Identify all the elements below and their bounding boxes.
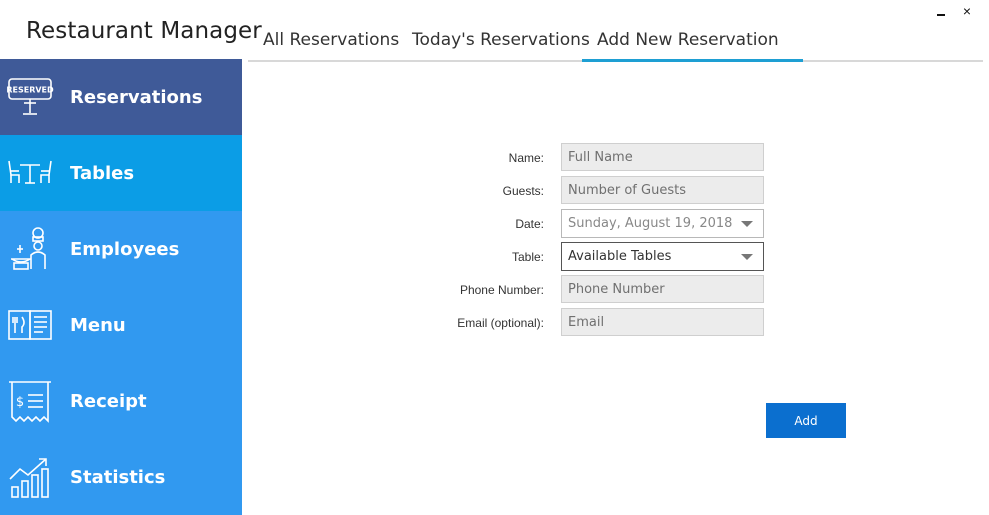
tab-add-new-reservation[interactable]: Add New Reservation	[582, 30, 803, 62]
sidebar-item-employees[interactable]: Employees	[0, 211, 242, 287]
table-label: Table:	[511, 250, 544, 264]
table-select[interactable]: Available Tables	[561, 242, 764, 271]
table-value: Available Tables	[568, 249, 672, 264]
sidebar: RESERVED Reservations Tables Employees M…	[0, 59, 242, 515]
name-input[interactable]: Full Name	[561, 143, 764, 171]
sidebar-item-label: Menu	[70, 314, 126, 336]
email-label: Email (optional):	[457, 316, 544, 330]
table-chairs-icon	[6, 149, 54, 197]
sidebar-item-label: Reservations	[70, 86, 203, 108]
growth-chart-icon	[6, 453, 54, 501]
guests-label: Guests:	[502, 184, 544, 198]
reserved-sign-icon: RESERVED	[6, 73, 54, 121]
minimize-button[interactable]	[933, 2, 949, 20]
date-label: Date:	[515, 217, 544, 231]
sidebar-item-label: Tables	[70, 162, 135, 184]
chevron-down-icon	[741, 253, 753, 260]
date-picker[interactable]: Sunday, August 19, 2018	[561, 209, 764, 238]
tab-bar: All Reservations Today's Reservations Ad…	[248, 24, 983, 62]
tab-todays-reservations[interactable]: Today's Reservations	[412, 30, 590, 50]
receipt-icon: $	[6, 377, 54, 425]
svg-text:RESERVED: RESERVED	[6, 86, 54, 95]
guests-input[interactable]: Number of Guests	[561, 176, 764, 204]
email-input[interactable]: Email	[561, 308, 764, 336]
phone-label: Phone Number:	[459, 283, 544, 297]
minimize-icon	[937, 14, 945, 16]
app-title: Restaurant Manager	[26, 18, 262, 44]
sidebar-item-label: Receipt	[70, 390, 147, 412]
sidebar-item-reservations[interactable]: RESERVED Reservations	[0, 59, 242, 135]
add-button[interactable]: Add	[766, 403, 846, 438]
menu-book-icon	[6, 301, 54, 349]
chef-icon	[6, 225, 54, 273]
sidebar-item-statistics[interactable]: Statistics	[0, 439, 242, 515]
sidebar-item-menu[interactable]: Menu	[0, 287, 242, 363]
svg-text:$: $	[16, 395, 24, 410]
tab-all-reservations[interactable]: All Reservations	[263, 30, 399, 50]
phone-input[interactable]: Phone Number	[561, 275, 764, 303]
sidebar-item-label: Statistics	[70, 466, 166, 488]
name-label: Name:	[508, 151, 544, 165]
window-controls: ×	[933, 2, 975, 20]
chevron-down-icon	[741, 220, 753, 227]
sidebar-item-receipt[interactable]: $ Receipt	[0, 363, 242, 439]
sidebar-item-tables[interactable]: Tables	[0, 135, 242, 211]
date-value: Sunday, August 19, 2018	[568, 216, 733, 231]
close-button[interactable]: ×	[959, 2, 975, 20]
sidebar-item-label: Employees	[70, 238, 180, 260]
